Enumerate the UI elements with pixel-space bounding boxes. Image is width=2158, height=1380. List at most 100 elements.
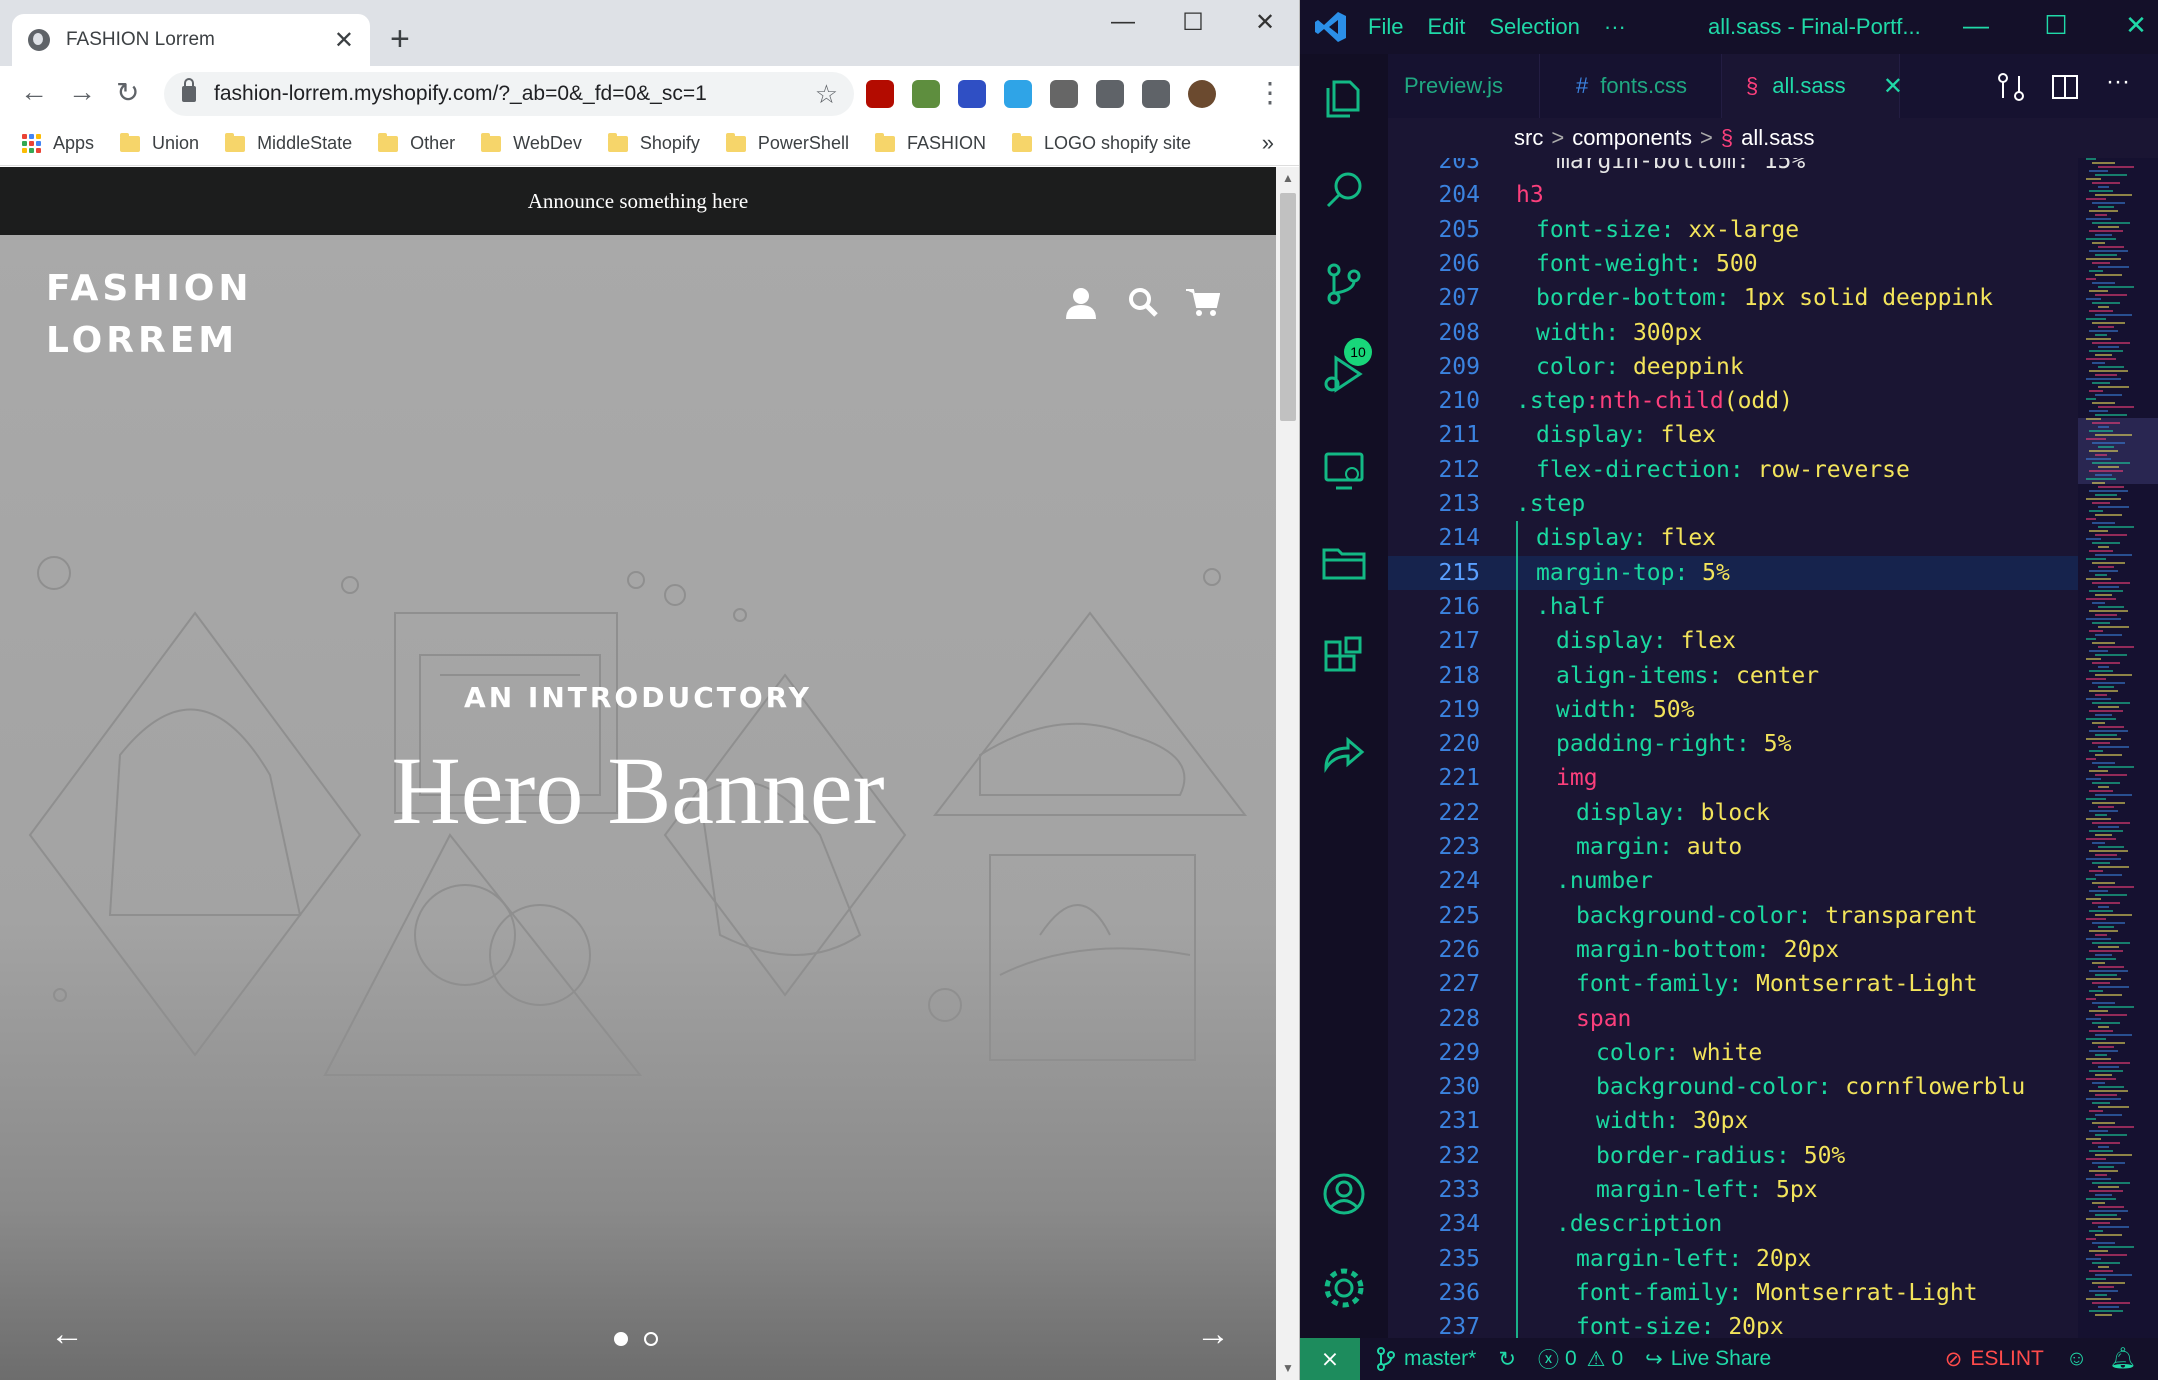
code-line[interactable]: 235 margin-left: 20px	[1388, 1242, 2078, 1276]
chrome-menu-button[interactable]: ⋮	[1256, 76, 1284, 109]
code-line[interactable]: 221 img	[1388, 761, 2078, 795]
menu-item[interactable]: Selection	[1489, 14, 1580, 40]
source-control-icon[interactable]	[1320, 260, 1368, 308]
code-line[interactable]: 215 margin-top: 5%	[1388, 555, 2078, 590]
code-line[interactable]: 206 font-weight: 500	[1388, 247, 2078, 281]
sync-icon[interactable]: ↻	[1498, 1347, 1516, 1372]
page-scrollbar[interactable]: ▲ ▼	[1276, 167, 1299, 1380]
address-bar[interactable]: fashion-lorrem.myshopify.com/?_ab=0&_fd=…	[164, 72, 854, 116]
slideshow-dot[interactable]	[644, 1332, 658, 1346]
code-line[interactable]: 210 .step:nth-child(odd)	[1388, 384, 2078, 418]
code-line[interactable]: 227 font-family: Montserrat-Light	[1388, 967, 2078, 1001]
code-line[interactable]: 217 display: flex	[1388, 624, 2078, 658]
minimap[interactable]	[2078, 158, 2158, 1338]
vscode-close-button[interactable]: ✕	[2116, 10, 2156, 41]
breadcrumb-file[interactable]: all.sass	[1741, 125, 1814, 151]
breadcrumb-components[interactable]: components	[1572, 125, 1692, 151]
code-line[interactable]: 231 width: 30px	[1388, 1104, 2078, 1138]
slideshow-next-arrow[interactable]: →	[1196, 1315, 1230, 1354]
code-line[interactable]: 204 h3	[1388, 178, 2078, 212]
code-line[interactable]: 208 width: 300px	[1388, 316, 2078, 350]
code-editor[interactable]: 203 margin-bottom: 15% 204 h3 205 font-size: …	[1388, 158, 2078, 1338]
notifications-bell-icon[interactable]: 🔔︎	[2109, 1347, 2136, 1371]
bookmark-powershell[interactable]: PowerShell	[725, 132, 849, 154]
extensions-icon[interactable]	[1320, 634, 1368, 682]
menu-item[interactable]: ···	[1604, 14, 1626, 40]
remote-explorer-icon[interactable]	[1320, 446, 1368, 494]
code-line[interactable]: 212 flex-direction: row-reverse	[1388, 453, 2078, 487]
code-line[interactable]: 218 align-items: center	[1388, 659, 2078, 693]
code-line[interactable]: 228 span	[1388, 1002, 2078, 1036]
code-line[interactable]: 211 display: flex	[1388, 418, 2078, 452]
search-icon[interactable]	[1128, 287, 1158, 319]
close-window-button[interactable]: ✕	[1240, 8, 1290, 37]
code-line[interactable]: 225 background-color: transparent	[1388, 899, 2078, 933]
code-line[interactable]: 226 margin-bottom: 20px	[1388, 933, 2078, 967]
code-line[interactable]: 234 .description	[1388, 1207, 2078, 1241]
code-line[interactable]: 232 border-radius: 50%	[1388, 1139, 2078, 1173]
new-tab-button[interactable]: +	[390, 20, 410, 58]
search-icon[interactable]	[1320, 166, 1368, 214]
live-share-status[interactable]: ↪ Live Share	[1645, 1347, 1771, 1372]
search-lens-extension-icon[interactable]	[1004, 80, 1032, 108]
more-actions-icon[interactable]: ···	[2106, 68, 2136, 98]
folder-icon[interactable]	[1320, 538, 1368, 586]
eslint-status[interactable]: ⊘ ESLINT	[1945, 1347, 2044, 1372]
shopify-extension-icon[interactable]	[912, 80, 940, 108]
menu-item[interactable]: Edit	[1427, 14, 1465, 40]
bookmark-other[interactable]: Other	[378, 132, 455, 154]
code-line[interactable]: 207 border-bottom: 1px solid deeppink	[1388, 281, 2078, 315]
bookmark-middlestate[interactable]: MiddleState	[225, 132, 352, 154]
tab-preview-js[interactable]: Preview.js	[1388, 54, 1540, 118]
bookmark-webdev[interactable]: WebDev	[481, 132, 582, 154]
vscode-maximize-button[interactable]: ☐	[2036, 10, 2076, 41]
code-line[interactable]: 237 font-size: 20px	[1388, 1310, 2078, 1338]
live-share-icon[interactable]	[1320, 730, 1368, 778]
media-queue-icon[interactable]	[1142, 80, 1170, 108]
acrobat-extension-icon[interactable]	[866, 80, 894, 108]
tab-close-icon[interactable]: ✕	[1883, 72, 1903, 101]
bookmark-logo-shopify-site[interactable]: LOGO shopify site	[1011, 132, 1191, 154]
camera-extension-icon[interactable]	[1050, 80, 1078, 108]
bookmark-fashion[interactable]: FASHION	[874, 132, 986, 154]
vscode-minimize-button[interactable]: —	[1956, 10, 1996, 41]
minimize-button[interactable]: —	[1098, 8, 1148, 36]
code-line[interactable]: 214 display: flex	[1388, 521, 2078, 555]
slideshow-dot[interactable]	[614, 1332, 628, 1346]
run-debug-icon[interactable]	[1320, 350, 1368, 398]
puzzle-extensions-icon[interactable]	[1096, 80, 1124, 108]
browser-tab-active[interactable]: FASHION Lorrem ✕	[12, 14, 370, 66]
lock-icon[interactable]	[182, 78, 196, 102]
tab-close-icon[interactable]: ✕	[334, 26, 354, 55]
bookmark-union[interactable]: Union	[120, 132, 199, 154]
code-line[interactable]: 216 .half	[1388, 590, 2078, 624]
code-line[interactable]: 213 .step	[1388, 487, 2078, 521]
url-text[interactable]: fashion-lorrem.myshopify.com/?_ab=0&_fd=…	[214, 82, 815, 106]
code-line[interactable]: 229 color: white	[1388, 1036, 2078, 1070]
explorer-icon[interactable]	[1320, 74, 1368, 122]
bookmark-star-icon[interactable]: ☆	[815, 79, 838, 110]
problems-indicator[interactable]: ⓧ 0 ⚠ 0	[1538, 1344, 1623, 1374]
blue-circle-extension-icon[interactable]	[958, 80, 986, 108]
reload-button[interactable]: ↻	[116, 76, 139, 109]
cart-icon[interactable]	[1186, 287, 1220, 317]
scroll-down-arrow[interactable]: ▼	[1282, 1361, 1294, 1375]
code-line[interactable]: 219 width: 50%	[1388, 693, 2078, 727]
profile-avatar[interactable]	[1188, 80, 1216, 108]
scrollbar-thumb[interactable]	[1280, 193, 1296, 421]
scroll-up-arrow[interactable]: ▲	[1282, 171, 1294, 185]
code-line[interactable]: 203 margin-bottom: 15%	[1388, 158, 2078, 178]
code-line[interactable]: 230 background-color: cornflowerblu	[1388, 1070, 2078, 1104]
branch-indicator[interactable]: master*	[1376, 1347, 1476, 1371]
code-line[interactable]: 233 margin-left: 5px	[1388, 1173, 2078, 1207]
code-line[interactable]: 223 margin: auto	[1388, 830, 2078, 864]
compare-changes-icon[interactable]	[1996, 72, 2026, 102]
remote-indicator[interactable]: ⨯	[1300, 1338, 1360, 1380]
code-line[interactable]: 236 font-family: Montserrat-Light	[1388, 1276, 2078, 1310]
breadcrumb-src[interactable]: src	[1514, 125, 1543, 151]
forward-button[interactable]: →	[68, 76, 96, 108]
split-editor-icon[interactable]	[2050, 72, 2080, 102]
maximize-button[interactable]: ☐	[1168, 8, 1218, 37]
store-logo[interactable]: FASHION LORREM	[46, 263, 253, 367]
code-line[interactable]: 205 font-size: xx-large	[1388, 213, 2078, 247]
